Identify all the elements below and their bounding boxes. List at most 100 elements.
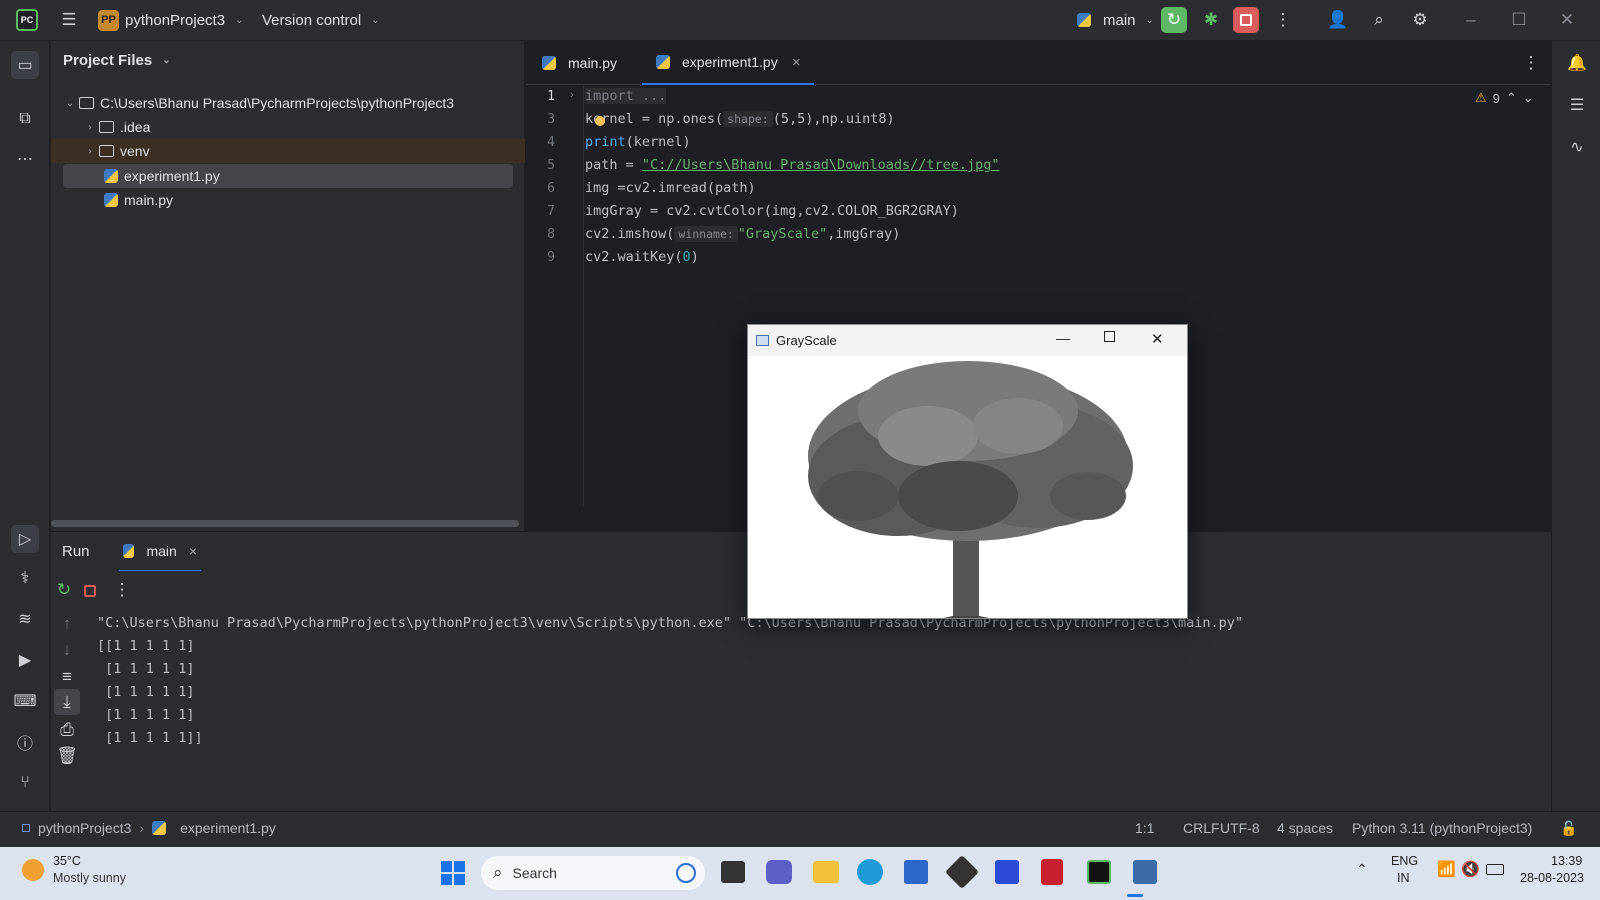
inspection-widget[interactable]: ⚠ 9 ⌃ ⌄ — [1475, 90, 1534, 106]
project-files-header[interactable]: Project Files ⌄ — [63, 52, 171, 69]
run-tab-main[interactable]: main × — [119, 532, 201, 572]
terminal-icon[interactable]: ⌨ — [13, 689, 37, 713]
stop-icon[interactable] — [84, 585, 96, 597]
powerapp-icon[interactable] — [995, 860, 1019, 884]
run-tab-close-icon[interactable]: × — [189, 543, 197, 559]
profiler-icon[interactable]: ∿ — [1565, 135, 1589, 159]
more-actions-icon[interactable]: ⋮ — [109, 577, 135, 603]
close-icon[interactable]: ✕ — [1151, 330, 1164, 348]
tab-experiment1-py[interactable]: experiment1.py × — [642, 41, 815, 85]
git-branch-icon[interactable]: ⑂ — [13, 771, 37, 795]
search-icon[interactable]: ⌕ — [1366, 7, 1392, 33]
trash-icon[interactable]: 🗑 — [54, 743, 80, 769]
stop-button[interactable] — [1233, 7, 1259, 33]
python-icon — [123, 544, 135, 558]
tree-item-experiment1[interactable]: experiment1.py — [63, 164, 513, 188]
soft-wrap-icon[interactable]: ≡ — [54, 664, 80, 690]
tab-main-py[interactable]: main.py — [542, 41, 617, 85]
windows-start-icon[interactable] — [441, 861, 465, 885]
maximize-icon[interactable]: ☐ — [1506, 7, 1532, 33]
file-explorer-icon[interactable] — [813, 861, 839, 883]
tab-options-icon[interactable]: ⋮ — [1518, 50, 1544, 76]
arrow-down-icon[interactable]: ↓ — [54, 637, 80, 663]
code-token: (kernel) — [625, 134, 691, 150]
structure-icon[interactable]: ⧉ — [13, 107, 37, 131]
rerun-icon[interactable]: ↻ — [51, 577, 77, 603]
version-control-menu[interactable]: Version control ⌄ — [262, 0, 380, 40]
python-packages-icon[interactable]: ≋ — [13, 607, 37, 631]
breadcrumb-file[interactable]: experiment1.py — [180, 820, 276, 836]
main-menu-icon[interactable]: ☰ — [56, 7, 82, 33]
more-actions-icon[interactable]: ⋮ — [1270, 7, 1296, 33]
clock-date[interactable]: 28-08-2023 — [1520, 871, 1584, 885]
print-icon[interactable]: ⎙ — [54, 717, 80, 743]
settings-gear-icon[interactable]: ⚙ — [1407, 7, 1433, 33]
region-indicator[interactable]: IN — [1397, 871, 1410, 885]
task-view-icon[interactable] — [721, 861, 745, 883]
tree-item-root[interactable]: ⌄ C:\Users\Bhanu Prasad\PycharmProjects\… — [51, 91, 525, 115]
tree-item-venv[interactable]: › venv — [51, 139, 525, 163]
folder-icon — [99, 121, 114, 133]
caret-position[interactable]: 1:1 — [1135, 820, 1154, 836]
folded-imports[interactable]: import ... — [585, 88, 667, 104]
weather-temp[interactable]: 35°C — [53, 854, 81, 868]
minimize-icon[interactable]: – — [1458, 7, 1484, 33]
breadcrumb: pythonProject3 › experiment1.py — [22, 820, 276, 836]
tree-item-idea[interactable]: › .idea — [51, 115, 525, 139]
rerun-icon[interactable]: ↻ — [1161, 7, 1187, 33]
edge-browser-icon[interactable] — [857, 859, 883, 885]
param-hint: shape: — [723, 111, 773, 127]
maximize-icon[interactable] — [1104, 331, 1115, 342]
debug-icon[interactable]: ✱ — [1198, 7, 1224, 33]
fold-chevron-icon[interactable]: › — [570, 89, 574, 101]
problems-icon[interactable]: ⓘ — [13, 730, 37, 754]
file-encoding[interactable]: UTF-8 — [1220, 820, 1260, 836]
grayscale-titlebar[interactable]: GrayScale — ✕ — [748, 325, 1187, 356]
unlock-icon[interactable]: 🔓 — [1560, 820, 1577, 837]
output-line: [[1 1 1 1 1] — [97, 638, 195, 654]
run-config-selector[interactable]: main ⌄ — [1077, 0, 1154, 40]
weather-desc[interactable]: Mostly sunny — [53, 871, 126, 885]
scroll-to-end-icon[interactable]: ⤓ — [54, 689, 80, 715]
speaker-muted-icon[interactable]: 🔇 — [1461, 860, 1480, 878]
close-icon[interactable]: ✕ — [1554, 7, 1580, 33]
add-user-icon[interactable]: 👤 — [1325, 7, 1351, 33]
tree-image — [748, 356, 1187, 618]
line-separator[interactable]: CRLF — [1183, 820, 1220, 836]
clock-time[interactable]: 13:39 — [1551, 854, 1582, 868]
breadcrumb-project[interactable]: pythonProject3 — [38, 820, 131, 836]
language-indicator[interactable]: ENG — [1391, 854, 1418, 868]
database-icon[interactable]: ☰ — [1565, 93, 1589, 117]
line-number: 5 — [547, 158, 555, 173]
services-icon[interactable]: ▶ — [13, 648, 37, 672]
arrow-up-icon[interactable]: ↑ — [54, 611, 80, 637]
battery-icon[interactable] — [1486, 864, 1504, 875]
tab-close-icon[interactable]: × — [792, 54, 801, 71]
run-output[interactable]: "C:\Users\Bhanu Prasad\PycharmProjects\p… — [83, 609, 1551, 811]
mcafee-icon[interactable] — [1041, 859, 1063, 885]
weather-sun-icon[interactable] — [22, 859, 44, 881]
taskbar-search[interactable]: ⌕ Search — [481, 856, 705, 890]
ms-store-icon[interactable] — [904, 860, 928, 884]
tree-item-main[interactable]: main.py — [51, 188, 525, 212]
project-selector[interactable]: PP pythonProject3 ⌄ — [98, 0, 243, 40]
python-interpreter[interactable]: Python 3.11 (pythonProject3) — [1352, 820, 1532, 836]
horizontal-scrollbar[interactable] — [51, 520, 519, 527]
grayscale-window[interactable]: GrayScale — ✕ — [747, 324, 1188, 619]
python-console-icon[interactable]: ⚕ — [13, 566, 37, 590]
teams-chat-icon[interactable] — [766, 860, 792, 884]
chevron-down-icon[interactable]: ⌄ — [1523, 90, 1534, 106]
notifications-bell-icon[interactable]: 🔔 — [1565, 51, 1589, 75]
pycharm-taskbar-icon[interactable] — [1087, 860, 1111, 884]
project-folder-icon[interactable]: ▭ — [11, 51, 39, 79]
wifi-icon[interactable]: 📶 — [1437, 860, 1456, 878]
more-tools-icon[interactable]: ⋯ — [13, 147, 37, 171]
indent-setting[interactable]: 4 spaces — [1277, 820, 1333, 836]
chevron-up-icon[interactable]: ⌃ — [1506, 90, 1517, 106]
run-tool-icon[interactable]: ▷ — [11, 525, 39, 553]
opencv-window-taskbar-icon[interactable] — [1133, 860, 1157, 884]
chevron-up-icon[interactable]: ⌃ — [1356, 861, 1368, 878]
minimize-icon[interactable]: — — [1056, 330, 1070, 346]
app-icon[interactable] — [945, 855, 979, 889]
lightbulb-icon[interactable] — [595, 116, 605, 126]
